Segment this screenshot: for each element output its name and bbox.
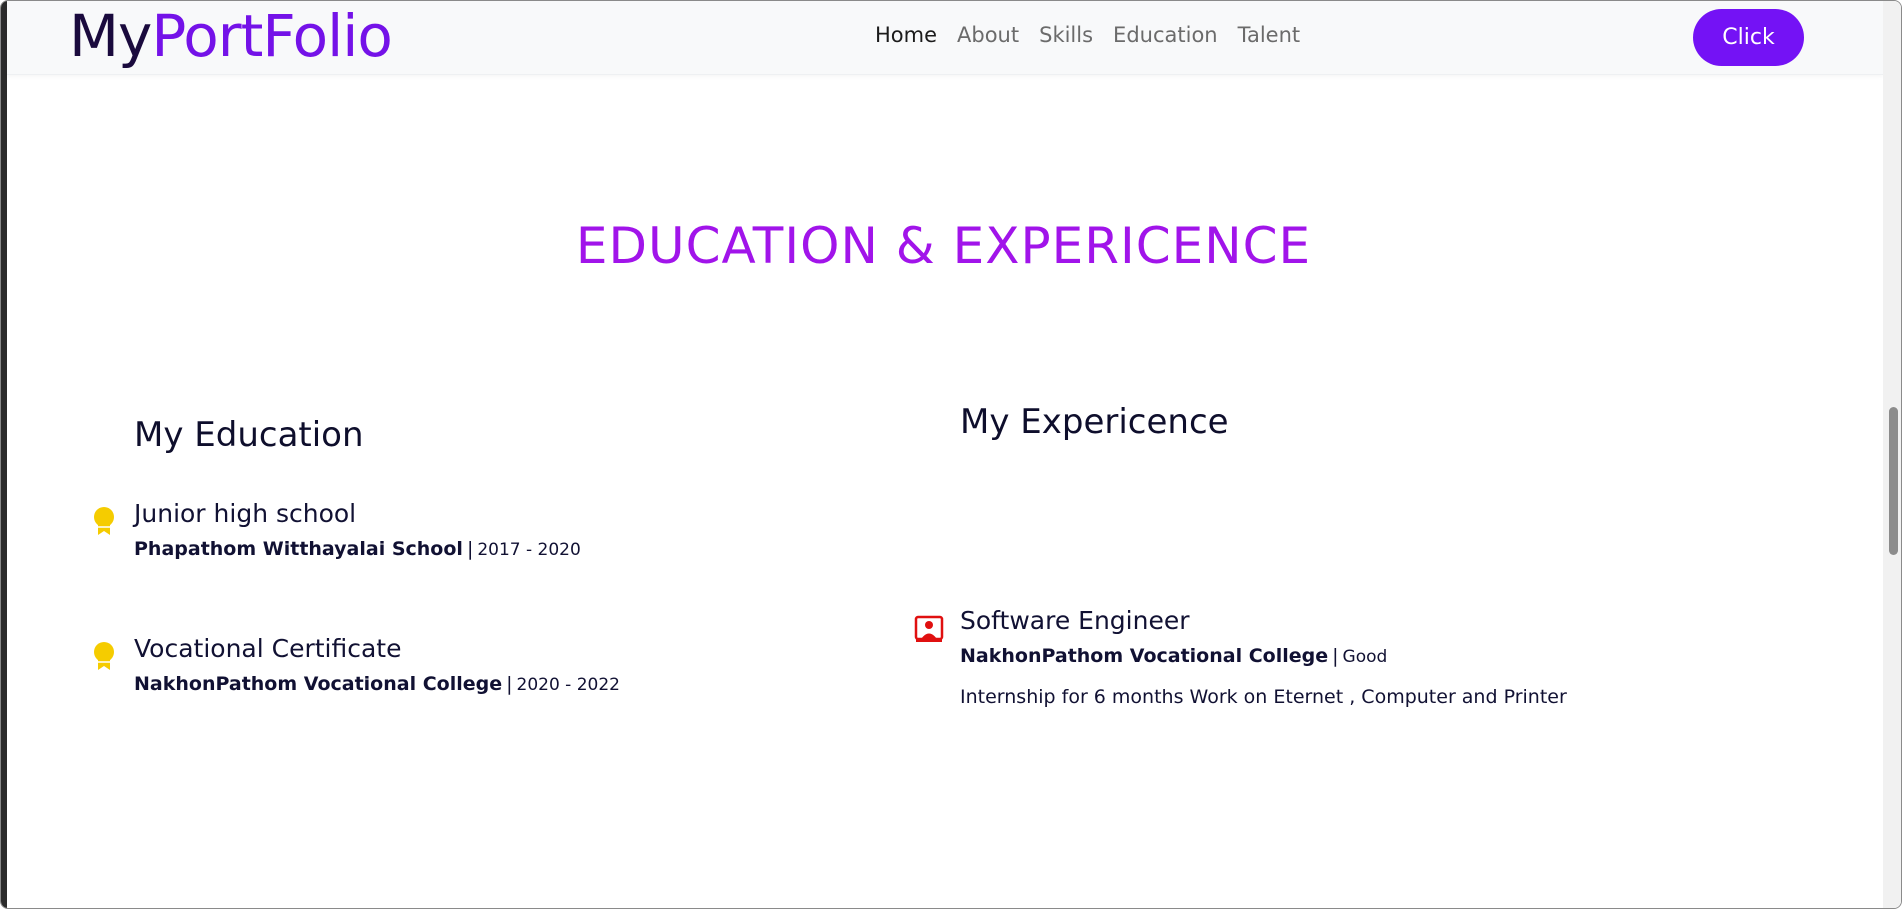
experience-item-org: NakhonPathom Vocational College	[960, 645, 1329, 667]
education-item-school: Phapathom Witthayalai School	[134, 538, 463, 560]
brand-logo[interactable]: MyPortFolio	[69, 2, 393, 70]
education-item-school: NakhonPathom Vocational College	[134, 673, 503, 695]
education-item-years: 2020 - 2022	[516, 675, 620, 695]
nav-link-education[interactable]: Education	[1103, 21, 1228, 49]
experience-item-rating: Good	[1342, 647, 1388, 667]
person-presentation-icon	[914, 614, 944, 644]
section-title: EDUCATION & EXPERICENCE	[575, 217, 1312, 275]
navbar: MyPortFolio Home About Skills Education …	[7, 1, 1883, 75]
medal-icon	[92, 505, 116, 537]
window-left-edge	[1, 1, 7, 908]
brand-portfolio: PortFolio	[151, 2, 392, 70]
click-button[interactable]: Click	[1693, 9, 1804, 66]
nav-link-skills[interactable]: Skills	[1029, 21, 1103, 49]
education-item-subtitle: NakhonPathom Vocational College | 2020 - 2…	[134, 673, 620, 695]
experience-item-description: Internship for 6 months Work on Eternet …	[960, 686, 1567, 708]
experience-item-title: Software Engineer	[960, 606, 1190, 635]
brand-my: My	[69, 2, 152, 70]
nav-link-home[interactable]: Home	[865, 21, 947, 49]
education-item: Vocational Certificate NakhonPathom Voca…	[134, 633, 620, 698]
education-item-subtitle: Phapathom Witthayalai School | 2017 - 2020	[134, 538, 581, 560]
browser-window: MyPortFolio Home About Skills Education …	[0, 0, 1902, 909]
education-heading: My Education	[134, 415, 364, 455]
nav-link-talent[interactable]: Talent	[1228, 21, 1311, 49]
nav-link-about[interactable]: About	[947, 21, 1029, 49]
experience-item: Software Engineer NakhonPathom Vocationa…	[960, 605, 1567, 710]
experience-item-subtitle: NakhonPathom Vocational College | Good	[960, 645, 1388, 667]
nav-links: Home About Skills Education Talent	[865, 21, 1310, 49]
education-item-title: Junior high school	[134, 499, 357, 528]
education-item-years: 2017 - 2020	[477, 540, 581, 560]
education-item: Junior high school Phapathom Witthayalai…	[134, 498, 581, 563]
experience-heading: My Expericence	[960, 402, 1229, 442]
education-item-title: Vocational Certificate	[134, 634, 402, 663]
medal-icon	[92, 640, 116, 672]
scrollbar-thumb[interactable]	[1889, 407, 1898, 555]
